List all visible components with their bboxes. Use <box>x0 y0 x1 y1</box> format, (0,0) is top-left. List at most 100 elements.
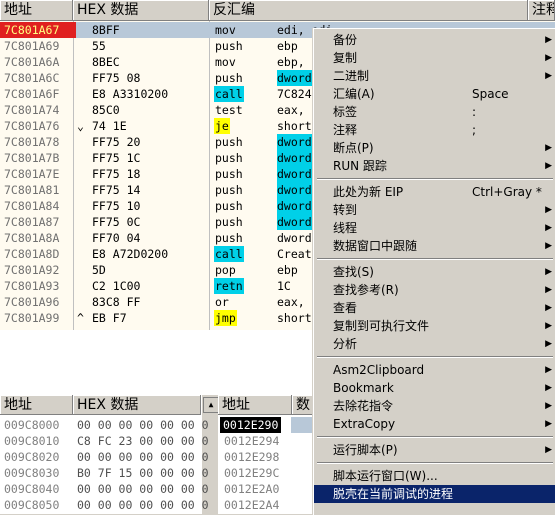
instruction-mnemonic: push <box>215 39 243 53</box>
instruction-hex: FF75 1C <box>92 151 141 165</box>
memory-dump-pane[interactable]: 地址 HEX 数据 ▲ 009C8000 00 00 00 00 00 00 00… <box>0 395 218 514</box>
dump-row-hex[interactable]: C8 FC 23 00 00 00 0 <box>77 433 209 449</box>
menu-item[interactable]: 注释; <box>314 121 555 139</box>
menu-separator <box>317 436 553 438</box>
instruction-address: 7C801A96 <box>4 295 60 309</box>
stack-row-address[interactable]: 0012E2A4 <box>224 497 279 513</box>
dump-row-address[interactable]: 009C8010 <box>4 433 59 449</box>
instruction-operand: ebp <box>277 39 298 53</box>
menu-separator <box>317 356 553 358</box>
menu-item[interactable]: 分析 ▶ <box>314 335 555 353</box>
menu-item[interactable]: 汇编(A) Space <box>314 85 555 103</box>
instruction-operand: 7C824 <box>277 87 312 101</box>
instruction-mnemonic: push <box>215 231 243 245</box>
instruction-mnemonic: retn <box>214 278 244 294</box>
submenu-arrow-icon: ▶ <box>545 223 552 233</box>
menu-item-label: 汇编(A) <box>333 87 375 101</box>
menu-item-label: 查看 <box>333 301 358 315</box>
dump-row-hex[interactable]: 00 00 00 00 00 00 0 <box>77 497 209 513</box>
menu-item[interactable]: 转到 ▶ <box>314 201 555 219</box>
menu-item[interactable]: 复制 ▶ <box>314 49 555 67</box>
menu-item-shortcut: Ctrl+Gray * <box>472 185 542 199</box>
instruction-hex: EB F7 <box>92 311 127 325</box>
column-header-disassembly[interactable]: 反汇编 <box>209 0 528 21</box>
dump-row-address[interactable]: 009C8000 <box>4 417 59 433</box>
menu-item[interactable]: 查看 ▶ <box>314 299 555 317</box>
stack-row-address[interactable]: 0012E298 <box>224 449 279 465</box>
menu-item[interactable]: 断点(P) ▶ <box>314 139 555 157</box>
menu-item[interactable]: 查找(S) ▶ <box>314 263 555 281</box>
dump-row-hex[interactable]: 00 00 00 00 00 00 0 <box>77 481 209 497</box>
instruction-mnemonic: or <box>215 295 229 309</box>
instruction-operand: short <box>277 311 312 325</box>
instruction-hex: C2 1C00 <box>92 279 141 293</box>
menu-item-label: 标签 <box>333 105 358 119</box>
instruction-mnemonic: call <box>214 246 244 262</box>
menu-item[interactable]: ExtraCopy ▶ <box>314 415 555 433</box>
instruction-hex: E8 A3310200 <box>92 87 169 101</box>
stack-header-address[interactable]: 地址 <box>218 395 292 415</box>
instruction-address: 7C801A81 <box>4 183 60 197</box>
dump-row-hex[interactable]: 00 00 00 00 00 00 0 <box>77 449 209 465</box>
menu-item[interactable]: 脱壳在当前调试的进程 <box>314 485 555 503</box>
dump-row-address[interactable]: 009C8040 <box>4 481 59 497</box>
menu-item[interactable]: 线程 ▶ <box>314 219 555 237</box>
instruction-address: 7C801A93 <box>4 279 60 293</box>
column-header-comment[interactable]: 注释 <box>528 0 555 21</box>
instruction-hex: FF75 08 <box>92 71 141 85</box>
instruction-address: 7C801A87 <box>4 215 60 229</box>
instruction-address: 7C801A84 <box>4 199 60 213</box>
stack-row-address[interactable]: 0012E2A0 <box>224 481 279 497</box>
menu-item[interactable]: RUN 跟踪 ▶ <box>314 157 555 175</box>
menu-item[interactable]: 此处为新 EIP Ctrl+Gray * <box>314 183 555 201</box>
menu-item[interactable]: 备份 ▶ <box>314 31 555 49</box>
column-header-address[interactable]: 地址 <box>0 0 73 21</box>
menu-item-label: 运行脚本(P) <box>333 443 398 457</box>
menu-item-label: 查找参考(R) <box>333 283 399 297</box>
dump-row-address[interactable]: 009C8050 <box>4 497 59 513</box>
menu-item[interactable]: 查找参考(R) ▶ <box>314 281 555 299</box>
instruction-hex: 85C0 <box>92 103 120 117</box>
stack-selected-address[interactable]: 0012E290 <box>220 417 282 433</box>
menu-item-label: 查找(S) <box>333 265 374 279</box>
instruction-address: 7C801A78 <box>4 135 60 149</box>
instruction-address: 7C801A69 <box>4 39 60 53</box>
instruction-operand: dword <box>277 182 312 198</box>
scroll-up-arrow-icon[interactable]: ▲ <box>203 397 218 413</box>
menu-item-shortcut: : <box>472 105 477 119</box>
dump-row-hex[interactable]: 00 00 00 00 00 00 0 <box>77 417 209 433</box>
dump-header-address[interactable]: 地址 <box>0 395 73 415</box>
stack-row-address[interactable]: 0012E294 <box>224 433 279 449</box>
menu-item[interactable]: 去除花指令 ▶ <box>314 397 555 415</box>
menu-item[interactable]: Asm2Clipboard ▶ <box>314 361 555 379</box>
menu-item[interactable]: 脚本运行窗口(W)... <box>314 467 555 485</box>
stack-header-value[interactable]: 数 <box>292 395 313 415</box>
stack-row-address[interactable]: 0012E29C <box>224 465 279 481</box>
column-header-hex[interactable]: HEX 数据 <box>73 0 209 21</box>
instruction-operand: eax, <box>277 295 305 309</box>
menu-item-shortcut: Space <box>472 87 509 101</box>
dump-row-address[interactable]: 009C8020 <box>4 449 59 465</box>
menu-item-label: 此处为新 EIP <box>333 185 404 199</box>
menu-item-label: 断点(P) <box>333 141 374 155</box>
context-menu[interactable]: 备份 ▶ 复制 ▶ 二进制 ▶ 汇编(A) Space 标签: 注释; 断点(P) ▶ RUN 跟踪 ▶ 此… <box>313 28 555 515</box>
stack-pane[interactable]: 地址 数 0012E290 0012E294 0012E298 0012E29C 00… <box>218 395 313 514</box>
menu-item[interactable]: 复制到可执行文件 ▶ <box>314 317 555 335</box>
menu-item[interactable]: Bookmark ▶ <box>314 379 555 397</box>
submenu-arrow-icon: ▶ <box>545 53 552 63</box>
menu-item[interactable]: 运行脚本(P) ▶ <box>314 441 555 459</box>
instruction-operand: ebp, <box>277 55 305 69</box>
instruction-hex: 8BEC <box>92 55 120 69</box>
menu-item-label: Bookmark <box>333 381 394 395</box>
submenu-arrow-icon: ▶ <box>545 383 552 393</box>
dump-row-address[interactable]: 009C8030 <box>4 465 59 481</box>
menu-item[interactable]: 标签: <box>314 103 555 121</box>
menu-item[interactable]: 数据窗口中跟随 ▶ <box>314 237 555 255</box>
dump-header-hex[interactable]: HEX 数据 <box>73 395 201 415</box>
submenu-arrow-icon: ▶ <box>545 267 552 277</box>
dump-row-hex[interactable]: B0 7F 15 00 00 00 0 <box>77 465 209 481</box>
instruction-hex: FF70 04 <box>92 231 141 245</box>
submenu-arrow-icon: ▶ <box>545 303 552 313</box>
menu-item[interactable]: 二进制 ▶ <box>314 67 555 85</box>
menu-item-label: 脱壳在当前调试的进程 <box>333 487 454 501</box>
